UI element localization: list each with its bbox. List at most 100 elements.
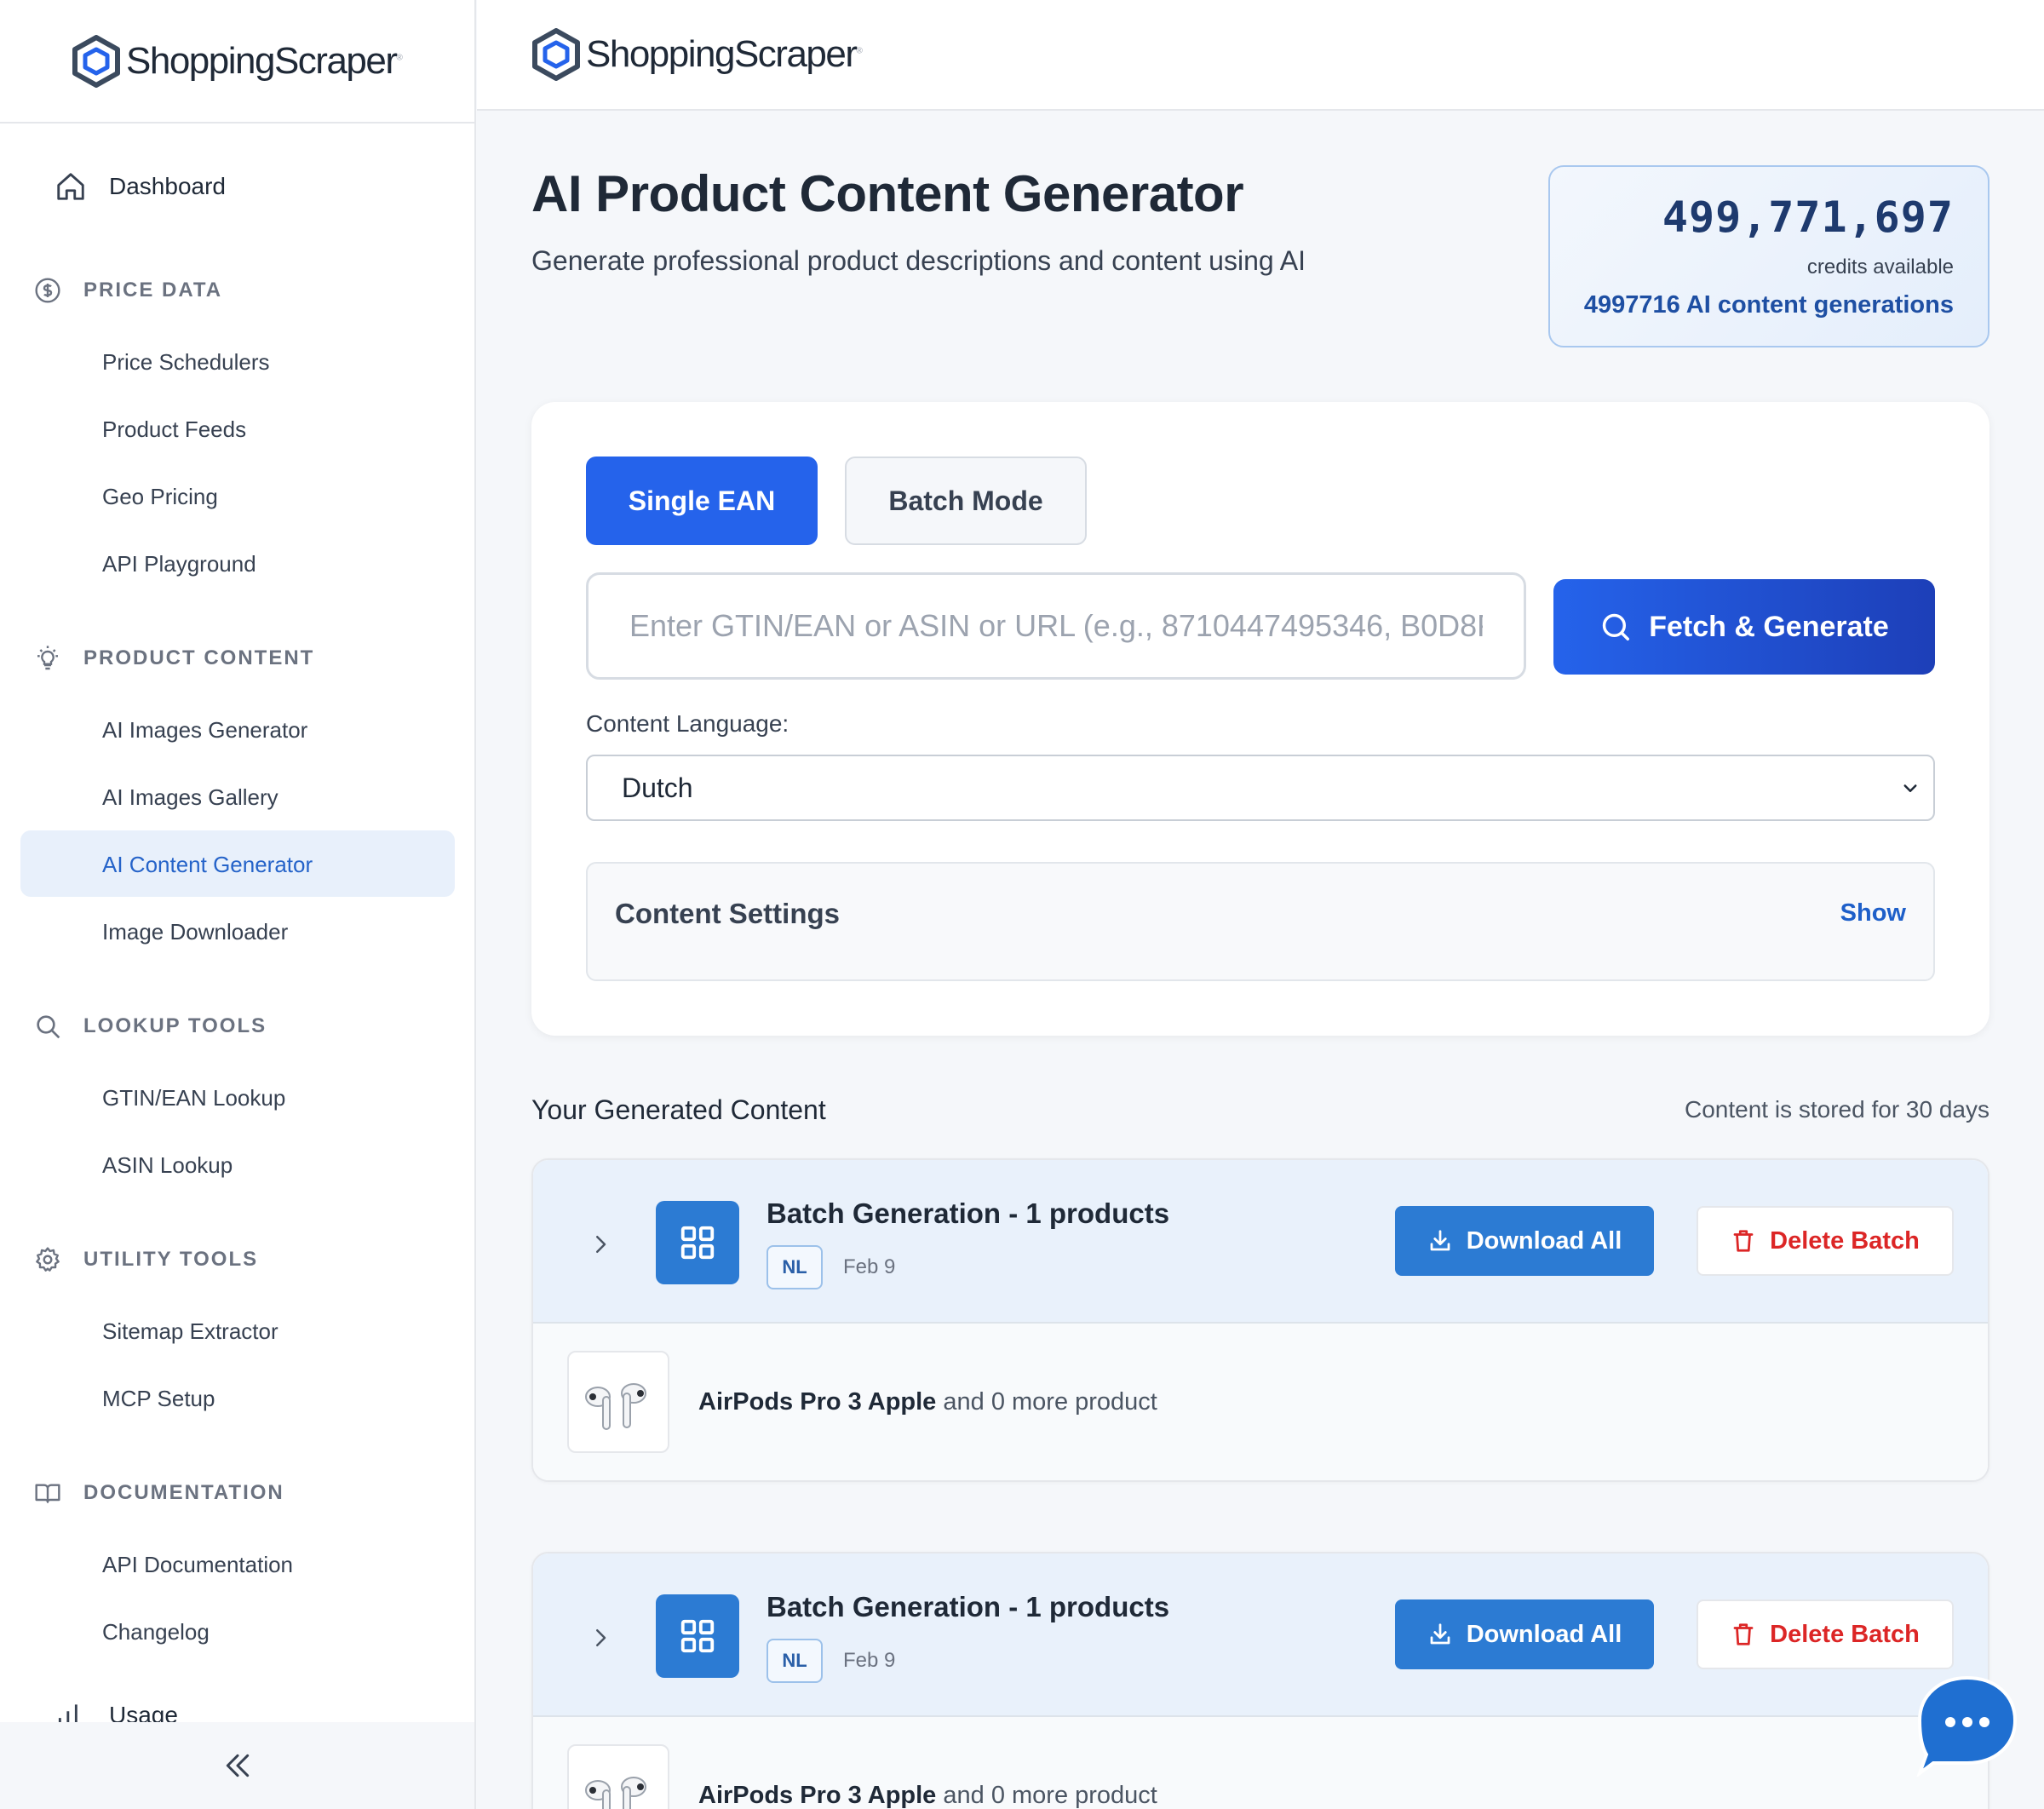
delete-batch-label: Delete Batch: [1770, 1226, 1920, 1255]
content-settings-toggle[interactable]: Show: [1840, 899, 1906, 927]
section-title: PRICE DATA: [83, 279, 223, 302]
fetch-generate-label: Fetch & Generate: [1649, 610, 1889, 643]
sidebar-item-image-downloader[interactable]: Image Downloader: [102, 919, 288, 945]
fetch-generate-button[interactable]: Fetch & Generate: [1553, 579, 1935, 675]
language-selected-value: Dutch: [622, 772, 693, 803]
download-all-label: Download All: [1466, 1226, 1622, 1255]
earbuds-image: [585, 1777, 646, 1809]
sidebar-item-ai-images-generator[interactable]: AI Images Generator: [102, 717, 307, 744]
download-all-button[interactable]: Download All: [1395, 1599, 1654, 1669]
storage-note: Content is stored for 30 days: [1685, 1096, 1989, 1123]
product-summary: AirPods Pro 3 Apple and 0 more product: [698, 1782, 1157, 1809]
sidebar-item-geo-pricing[interactable]: Geo Pricing: [102, 484, 218, 510]
credits-label: credits available: [1806, 256, 1954, 279]
section-utility-tools: UTILITY TOOLS: [34, 1246, 258, 1273]
trash-icon: [1733, 1623, 1754, 1645]
sidebar-item-ai-content-generator[interactable]: AI Content Generator: [102, 852, 313, 878]
product-more: and 0 more product: [943, 1388, 1157, 1416]
sidebar-item-api-playground[interactable]: API Playground: [102, 551, 256, 577]
topbar-logo[interactable]: ShoppingScraper®: [531, 28, 863, 81]
home-icon: [57, 173, 84, 200]
download-icon: [1430, 1230, 1450, 1251]
batch-product-row[interactable]: AirPods Pro 3 Apple and 0 more product: [533, 1324, 1988, 1480]
sidebar-item-mcp-setup[interactable]: MCP Setup: [102, 1386, 215, 1412]
product-thumbnail: [567, 1744, 669, 1809]
content-settings-panel: Content Settings Show: [586, 862, 1935, 981]
section-product-content: PRODUCT CONTENT: [34, 645, 314, 672]
batch-card: Batch Generation - 1 products NL Feb 9 D…: [531, 1552, 1989, 1809]
grid-icon: [656, 1201, 739, 1284]
section-title: DOCUMENTATION: [83, 1481, 284, 1504]
batch-date: Feb 9: [843, 1649, 896, 1672]
section-price-data: PRICE DATA: [34, 277, 222, 304]
tab-single-ean[interactable]: Single EAN: [586, 457, 818, 545]
sidebar-item-changelog[interactable]: Changelog: [102, 1619, 210, 1645]
batch-product-row[interactable]: AirPods Pro 3 Apple and 0 more product: [533, 1717, 1988, 1809]
language-badge: NL: [766, 1639, 823, 1683]
language-select[interactable]: Dutch: [586, 755, 1935, 821]
download-icon: [1430, 1623, 1450, 1645]
generator-card: Single EAN Batch Mode Fetch & Generate C…: [531, 402, 1989, 1036]
batch-title: Batch Generation - 1 products: [766, 1197, 1170, 1229]
sidebar-item-dashboard[interactable]: Dashboard: [55, 170, 226, 203]
sidebar-item-price-schedulers[interactable]: Price Schedulers: [102, 349, 270, 376]
brand-cube-icon: [532, 28, 580, 81]
batch-date: Feb 9: [843, 1255, 896, 1278]
brand-cube-icon: [72, 34, 120, 88]
brand-name: ShoppingScraper®: [126, 39, 403, 82]
product-more: and 0 more product: [943, 1782, 1157, 1809]
section-title: UTILITY TOOLS: [83, 1248, 259, 1271]
batch-card: Batch Generation - 1 products NL Feb 9 D…: [531, 1158, 1989, 1482]
sidebar-item-ai-images-gallery[interactable]: AI Images Gallery: [102, 784, 278, 811]
tab-batch-mode[interactable]: Batch Mode: [845, 457, 1087, 545]
product-name: AirPods Pro 3 Apple: [698, 1782, 937, 1809]
product-summary: AirPods Pro 3 Apple and 0 more product: [698, 1388, 1157, 1416]
delete-batch-button[interactable]: Delete Batch: [1697, 1206, 1954, 1276]
language-label: Content Language:: [586, 710, 789, 737]
sidebar-item-label: Dashboard: [109, 173, 226, 199]
chevron-right-icon[interactable]: [588, 1232, 613, 1257]
section-documentation: DOCUMENTATION: [34, 1479, 284, 1507]
chat-bubble-icon: [1915, 1675, 2018, 1778]
batch-header[interactable]: Batch Generation - 1 products NL Feb 9 D…: [533, 1160, 1988, 1324]
section-lookup-tools: LOOKUP TOOLS: [34, 1013, 267, 1040]
batch-header[interactable]: Batch Generation - 1 products NL Feb 9 D…: [533, 1553, 1988, 1717]
book-icon: [35, 1484, 60, 1503]
download-all-button[interactable]: Download All: [1395, 1206, 1654, 1276]
lightbulb-icon: [37, 646, 58, 670]
double-chevron-left-icon: [226, 1754, 249, 1777]
sidebar-item-sitemap-extractor[interactable]: Sitemap Extractor: [102, 1318, 278, 1345]
credits-generations: 4997716 AI content generations: [1583, 291, 1954, 319]
chat-button[interactable]: [1915, 1674, 2018, 1778]
chevron-down-icon: [1903, 784, 1917, 792]
gear-icon: [36, 1247, 60, 1272]
dollar-circle-icon: [35, 278, 60, 303]
page-subtitle: Generate professional product descriptio…: [531, 245, 1306, 276]
delete-batch-button[interactable]: Delete Batch: [1697, 1599, 1954, 1669]
language-badge: NL: [766, 1245, 823, 1289]
sidebar: ShoppingScraper® Dashboard PRICE DATA Pr…: [0, 0, 476, 1809]
generated-content-title: Your Generated Content: [531, 1094, 826, 1125]
sidebar-item-asin-lookup[interactable]: ASIN Lookup: [102, 1152, 233, 1179]
sidebar-item-gtin-ean-lookup[interactable]: GTIN/EAN Lookup: [102, 1085, 285, 1111]
trash-icon: [1733, 1230, 1754, 1252]
batch-title: Batch Generation - 1 products: [766, 1591, 1170, 1622]
grid-icon: [656, 1594, 739, 1678]
search-icon: [1603, 613, 1630, 640]
ean-search-input[interactable]: [586, 572, 1526, 680]
sidebar-logo[interactable]: ShoppingScraper®: [0, 0, 474, 123]
credits-amount: 499,771,697: [1662, 192, 1954, 242]
sidebar-item-product-feeds[interactable]: Product Feeds: [102, 416, 246, 443]
sidebar-collapse-button[interactable]: [0, 1722, 474, 1809]
brand-name: ShoppingScraper®: [586, 33, 863, 75]
topbar: ShoppingScraper®: [477, 0, 2044, 111]
section-title: PRODUCT CONTENT: [83, 646, 315, 669]
chevron-right-icon[interactable]: [588, 1625, 613, 1651]
product-name: AirPods Pro 3 Apple: [698, 1388, 937, 1416]
section-title: LOOKUP TOOLS: [83, 1014, 267, 1037]
credits-panel: 499,771,697 credits available 4997716 AI…: [1548, 165, 1989, 347]
download-all-label: Download All: [1466, 1620, 1622, 1648]
sidebar-item-api-documentation[interactable]: API Documentation: [102, 1552, 293, 1578]
earbuds-image: [585, 1383, 646, 1430]
content-settings-title: Content Settings: [615, 898, 840, 929]
